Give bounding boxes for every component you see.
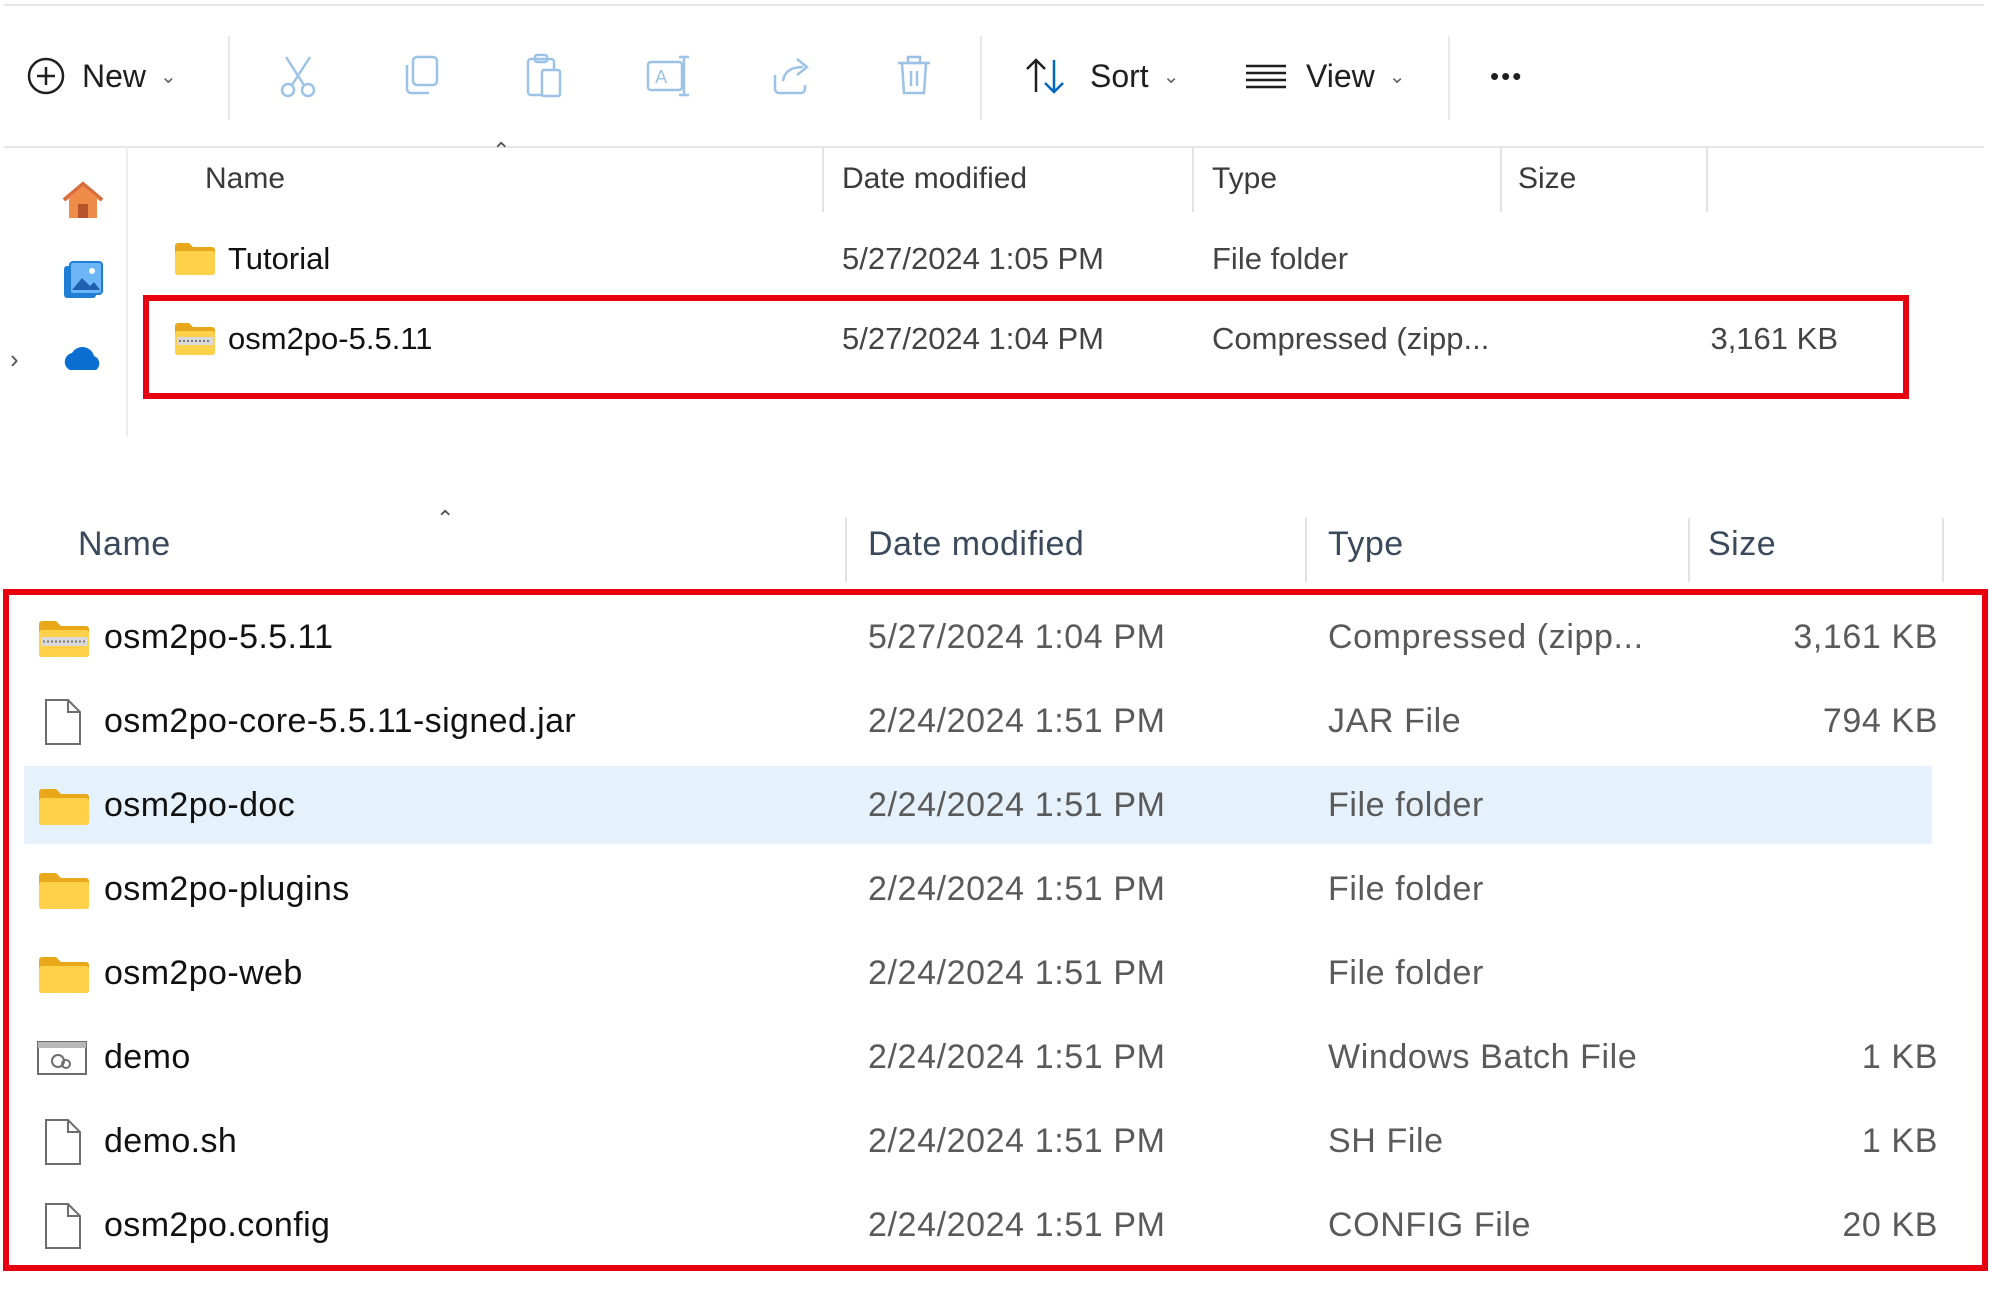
column-header-type[interactable]: Type xyxy=(1212,162,1277,196)
file-size xyxy=(1530,222,1838,296)
trash-icon xyxy=(898,55,930,95)
view-lines-icon xyxy=(1246,64,1286,89)
column-header-size[interactable]: Size xyxy=(1708,525,1776,564)
new-label: New xyxy=(82,57,147,94)
file-date: 5/27/2024 1:05 PM xyxy=(842,241,1104,276)
explorer-window-top: New ⌄ A Sort ⌄ View ⌄ ••• › ⌃ Name Date … xyxy=(0,0,1989,440)
plus-circle-icon xyxy=(27,57,65,95)
column-header-date[interactable]: Date modified xyxy=(868,525,1084,564)
column-header-name[interactable]: Name xyxy=(205,162,285,196)
file-type: File folder xyxy=(1212,241,1349,276)
sort-button[interactable]: Sort ⌄ xyxy=(1022,46,1179,106)
toolbar-divider xyxy=(1448,36,1450,120)
chevron-down-icon: ⌄ xyxy=(1162,65,1180,88)
sort-label: Sort xyxy=(1090,57,1149,94)
column-divider xyxy=(1706,146,1708,212)
share-icon xyxy=(773,58,810,95)
sort-indicator-icon: ⌃ xyxy=(436,506,455,531)
highlight-box xyxy=(3,589,1988,1271)
view-label: View xyxy=(1306,57,1375,94)
cut-button[interactable] xyxy=(276,46,320,106)
column-header-date[interactable]: Date modified xyxy=(842,162,1027,196)
column-divider xyxy=(1192,146,1194,212)
toolbar-divider xyxy=(980,36,982,120)
sort-arrows-icon xyxy=(1026,58,1064,94)
share-button[interactable] xyxy=(769,46,813,106)
home-icon[interactable] xyxy=(60,180,106,222)
chevron-down-icon: ⌄ xyxy=(160,65,177,88)
column-header-type[interactable]: Type xyxy=(1328,525,1404,564)
file-name: Tutorial xyxy=(228,241,331,276)
column-divider xyxy=(822,146,824,212)
chevron-right-icon[interactable]: › xyxy=(10,344,19,375)
column-divider xyxy=(1305,518,1307,582)
svg-text:A: A xyxy=(655,67,668,88)
rename-icon: A xyxy=(646,55,689,97)
gallery-icon[interactable] xyxy=(60,260,106,302)
more-icon: ••• xyxy=(1490,60,1524,91)
more-options-button[interactable]: ••• xyxy=(1490,46,1523,106)
sort-indicator-icon: ⌃ xyxy=(492,138,511,163)
new-button[interactable]: New ⌄ xyxy=(26,46,177,106)
onedrive-cloud-icon[interactable] xyxy=(60,342,106,374)
column-divider xyxy=(1942,518,1944,582)
copy-button[interactable] xyxy=(399,46,443,106)
column-divider xyxy=(1688,518,1690,582)
folder-icon xyxy=(175,243,215,275)
copy-icon xyxy=(405,55,439,95)
column-header-size[interactable]: Size xyxy=(1518,162,1576,196)
clipboard-icon xyxy=(526,53,562,98)
toolbar-divider xyxy=(228,36,230,120)
file-row-tutorial[interactable]: Tutorial 5/27/2024 1:05 PM File folder xyxy=(150,222,1900,296)
delete-button[interactable] xyxy=(892,46,936,106)
column-header-name[interactable]: Name xyxy=(78,525,171,564)
paste-button[interactable] xyxy=(522,46,566,106)
rename-button[interactable]: A xyxy=(644,46,692,106)
view-button[interactable]: View ⌄ xyxy=(1244,46,1406,106)
scissors-icon xyxy=(280,56,316,98)
command-bar: New ⌄ A Sort ⌄ View ⌄ ••• xyxy=(4,4,1984,148)
column-divider xyxy=(1500,146,1502,212)
chevron-down-icon: ⌄ xyxy=(1388,65,1406,88)
column-divider xyxy=(845,518,847,582)
navigation-pane: › xyxy=(0,146,128,436)
highlight-box xyxy=(143,295,1909,399)
